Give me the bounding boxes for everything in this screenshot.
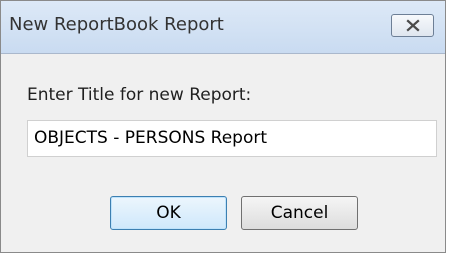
report-title-input[interactable]: OBJECTS - PERSONS Report: [27, 120, 437, 157]
dialog-content: Enter Title for new Report: OBJECTS - PE…: [1, 54, 445, 252]
ok-button[interactable]: OK: [110, 196, 227, 230]
cancel-button[interactable]: Cancel: [241, 196, 358, 230]
new-report-dialog: New ReportBook Report Enter Title for ne…: [0, 0, 446, 253]
close-button[interactable]: [391, 14, 434, 37]
dialog-title: New ReportBook Report: [9, 14, 224, 35]
report-title-label: Enter Title for new Report:: [27, 85, 252, 105]
title-bar: New ReportBook Report: [1, 1, 445, 54]
close-icon: [406, 19, 420, 32]
